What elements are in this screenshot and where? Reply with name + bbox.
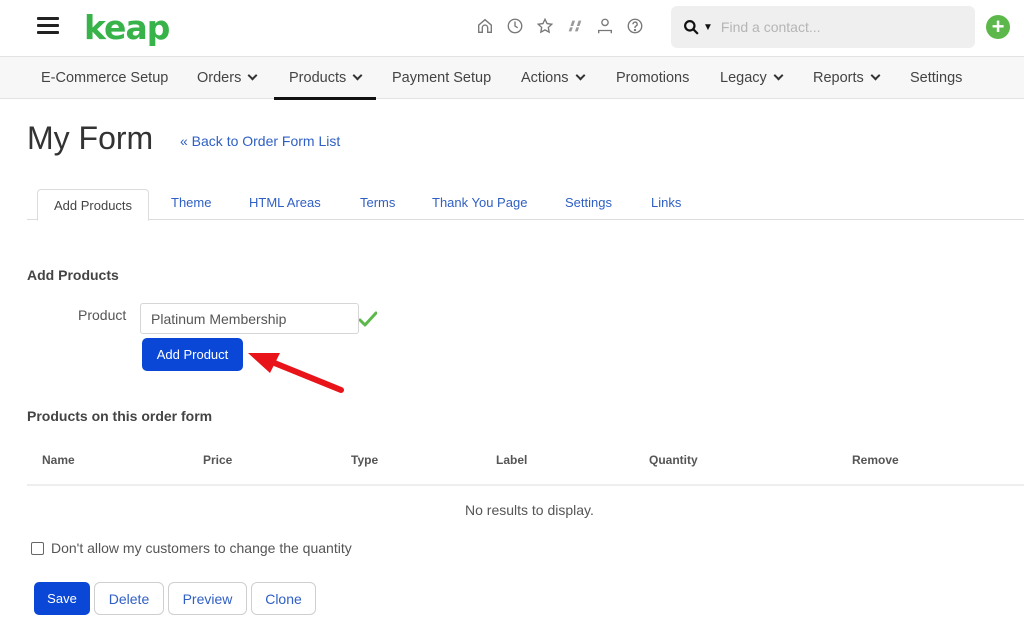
nav-actions[interactable]: Actions bbox=[521, 57, 586, 99]
help-icon[interactable] bbox=[620, 14, 650, 38]
nav-label: Settings bbox=[910, 70, 963, 86]
chevron-down-icon bbox=[247, 70, 258, 81]
column-header-type[interactable]: Type bbox=[351, 453, 378, 467]
nav-orders[interactable]: Orders bbox=[197, 57, 258, 99]
nav-settings[interactable]: Settings bbox=[910, 57, 962, 99]
chevron-down-icon bbox=[773, 70, 784, 81]
user-icon[interactable] bbox=[590, 14, 620, 38]
nav-promotions[interactable]: Promotions bbox=[616, 57, 689, 99]
products-table-header: Name Price Type Label Quantity Remove bbox=[27, 443, 1024, 486]
home-icon[interactable] bbox=[470, 14, 500, 38]
column-header-price[interactable]: Price bbox=[203, 453, 232, 467]
back-to-order-form-list-link[interactable]: « Back to Order Form List bbox=[180, 133, 340, 149]
nav-label: Orders bbox=[197, 70, 242, 86]
tab-html-areas[interactable]: HTML Areas bbox=[249, 189, 321, 220]
lock-quantity-label[interactable]: Don't allow my customers to change the q… bbox=[51, 540, 352, 556]
top-header: keap ▼ + bbox=[0, 0, 1024, 57]
nav-label: E-Commerce Setup bbox=[41, 70, 169, 86]
search-input[interactable] bbox=[720, 19, 951, 35]
column-header-remove[interactable]: Remove bbox=[852, 453, 899, 467]
page-title: My Form bbox=[27, 120, 154, 156]
products-table-heading: Products on this order form bbox=[27, 408, 213, 424]
chevron-down-icon bbox=[575, 70, 586, 81]
lock-quantity-option: Don't allow my customers to change the q… bbox=[31, 540, 352, 556]
clone-button[interactable]: Clone bbox=[251, 582, 316, 615]
product-field-label: Product bbox=[78, 307, 127, 323]
empty-table-message: No results to display. bbox=[465, 502, 594, 518]
product-input[interactable] bbox=[140, 303, 359, 334]
column-header-name[interactable]: Name bbox=[42, 453, 75, 467]
nav-label: Reports bbox=[813, 70, 864, 86]
save-button[interactable]: Save bbox=[34, 582, 90, 615]
annotation-arrow-icon bbox=[248, 353, 344, 393]
form-tabs: Add Products Theme HTML Areas Terms Than… bbox=[27, 189, 1024, 221]
clock-icon[interactable] bbox=[500, 14, 530, 38]
main-nav: E-Commerce Setup Orders Products Payment… bbox=[0, 57, 1024, 100]
column-header-label[interactable]: Label bbox=[496, 453, 527, 467]
tab-theme[interactable]: Theme bbox=[171, 189, 211, 220]
nav-label: Legacy bbox=[720, 70, 767, 86]
search-dropdown-caret-icon[interactable]: ▼ bbox=[703, 22, 713, 33]
star-icon[interactable] bbox=[530, 14, 560, 38]
quick-icons bbox=[470, 14, 650, 38]
preview-button[interactable]: Preview bbox=[168, 582, 247, 615]
nav-label: Actions bbox=[521, 70, 569, 86]
tab-links[interactable]: Links bbox=[651, 189, 681, 220]
nav-ecommerce-setup[interactable]: E-Commerce Setup bbox=[41, 57, 168, 99]
nav-products[interactable]: Products bbox=[273, 57, 377, 100]
nav-legacy[interactable]: Legacy bbox=[720, 57, 784, 99]
add-products-heading: Add Products bbox=[27, 267, 119, 283]
chevron-down-icon bbox=[870, 70, 881, 81]
nav-label: Products bbox=[289, 70, 347, 86]
contact-search: ▼ bbox=[671, 6, 975, 48]
tab-add-products[interactable]: Add Products bbox=[37, 189, 150, 221]
column-header-quantity[interactable]: Quantity bbox=[649, 453, 698, 467]
chevron-down-icon bbox=[352, 70, 363, 81]
quick-add-button[interactable]: + bbox=[986, 15, 1010, 39]
valid-check-icon bbox=[359, 311, 377, 327]
nav-reports[interactable]: Reports bbox=[813, 57, 881, 99]
tab-settings[interactable]: Settings bbox=[565, 189, 612, 220]
add-product-button[interactable]: Add Product bbox=[142, 338, 243, 371]
nav-payment-setup[interactable]: Payment Setup bbox=[392, 57, 491, 99]
nav-label: Payment Setup bbox=[392, 70, 492, 86]
nav-label: Promotions bbox=[616, 70, 690, 86]
keap-logo[interactable]: keap bbox=[84, 8, 170, 47]
hamburger-menu-icon[interactable] bbox=[37, 17, 59, 35]
tab-thank-you-page[interactable]: Thank You Page bbox=[432, 189, 527, 220]
search-icon[interactable] bbox=[681, 17, 701, 37]
fast-forward-icon[interactable] bbox=[560, 14, 590, 38]
tab-terms[interactable]: Terms bbox=[360, 189, 395, 220]
delete-button[interactable]: Delete bbox=[94, 582, 164, 615]
lock-quantity-checkbox[interactable] bbox=[31, 541, 44, 555]
